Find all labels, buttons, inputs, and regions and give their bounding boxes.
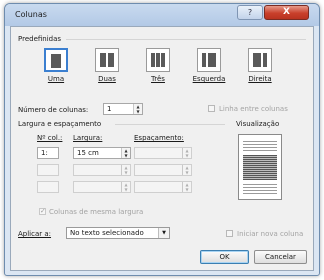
col-number-cell [37,164,59,176]
preset-right-label: Direita [248,75,272,83]
preview-label: Visualização [236,120,280,128]
preset-one-label: Uma [47,75,65,83]
width-spinner: ▲ ▼ [73,181,131,193]
col-number-header: Nº col.: [37,134,63,142]
presets-divider [66,39,306,40]
preset-one[interactable]: Uma [37,48,75,93]
col-number-cell [37,181,59,193]
chevron-down-icon[interactable]: ▼ [158,228,169,238]
new-column-checkbox[interactable] [226,230,233,237]
preset-three[interactable]: Três [139,48,177,93]
line-between-label: Linha entre colunas [219,105,288,113]
cancel-button[interactable]: Cancelar [254,250,307,264]
num-columns-value: 1 [107,105,112,113]
width-spinner: ▲ ▼ [73,164,131,176]
preset-left-icon [197,48,221,72]
preset-right-icon [248,48,272,72]
apply-to-select[interactable]: No texto selecionado ▼ [66,227,170,239]
spacing-header: Espaçamento: [134,134,184,142]
line-between-checkbox[interactable] [208,105,215,112]
width-spacing-divider [115,124,225,125]
preset-one-icon [44,48,68,72]
spacing-spinner: ▲ ▼ [134,164,192,176]
preset-two-label: Duas [98,75,116,83]
preset-two-icon [95,48,119,72]
num-columns-label: Número de colunas: [18,106,89,114]
new-column-label: Iniciar nova coluna [237,230,304,238]
width-arrows[interactable]: ▲ ▼ [121,148,130,158]
help-button[interactable]: ? [237,5,263,20]
presets-label: Predefinidas [18,35,62,43]
num-columns-spinner[interactable]: 1 ▲ ▼ [103,103,143,115]
col-number-value: 1: [41,149,48,157]
preset-two[interactable]: Duas [88,48,126,93]
apply-to-label: Aplicar a: [18,230,52,238]
spacing-spinner: ▲ ▼ [134,147,192,159]
preset-three-icon [146,48,170,72]
width-spinner[interactable]: 15 cm ▲ ▼ [73,147,131,159]
width-value: 15 cm [77,149,99,157]
equal-width-checkbox: ✓ [39,207,46,215]
dialog-title: Colunas [15,10,47,19]
apply-to-value: No texto selecionado [70,229,144,237]
col-number-cell: 1: [37,147,59,159]
dialog-body: Predefinidas Uma Duas Três Esquerda Dire… [10,26,314,271]
columns-dialog: Colunas ? X Predefinidas Uma Duas Três E… [4,3,320,276]
num-columns-arrows[interactable]: ▲ ▼ [133,104,142,114]
preset-left[interactable]: Esquerda [190,48,228,93]
preview-column-block [243,155,277,180]
spacing-spinner: ▲ ▼ [134,181,192,193]
preset-right[interactable]: Direita [241,48,279,93]
preview-page [238,134,282,200]
width-header: Largura: [73,134,103,142]
preset-left-label: Esquerda [192,75,226,83]
spacing-arrows: ▲ ▼ [182,148,191,158]
width-spacing-label: Largura e espaçamento [18,120,102,128]
equal-width-label: Colunas de mesma largura [49,208,144,216]
title-bar[interactable]: Colunas ? X [5,4,319,26]
ok-button[interactable]: OK [200,250,249,264]
preset-three-label: Três [151,75,165,83]
close-button[interactable]: X [264,5,309,20]
